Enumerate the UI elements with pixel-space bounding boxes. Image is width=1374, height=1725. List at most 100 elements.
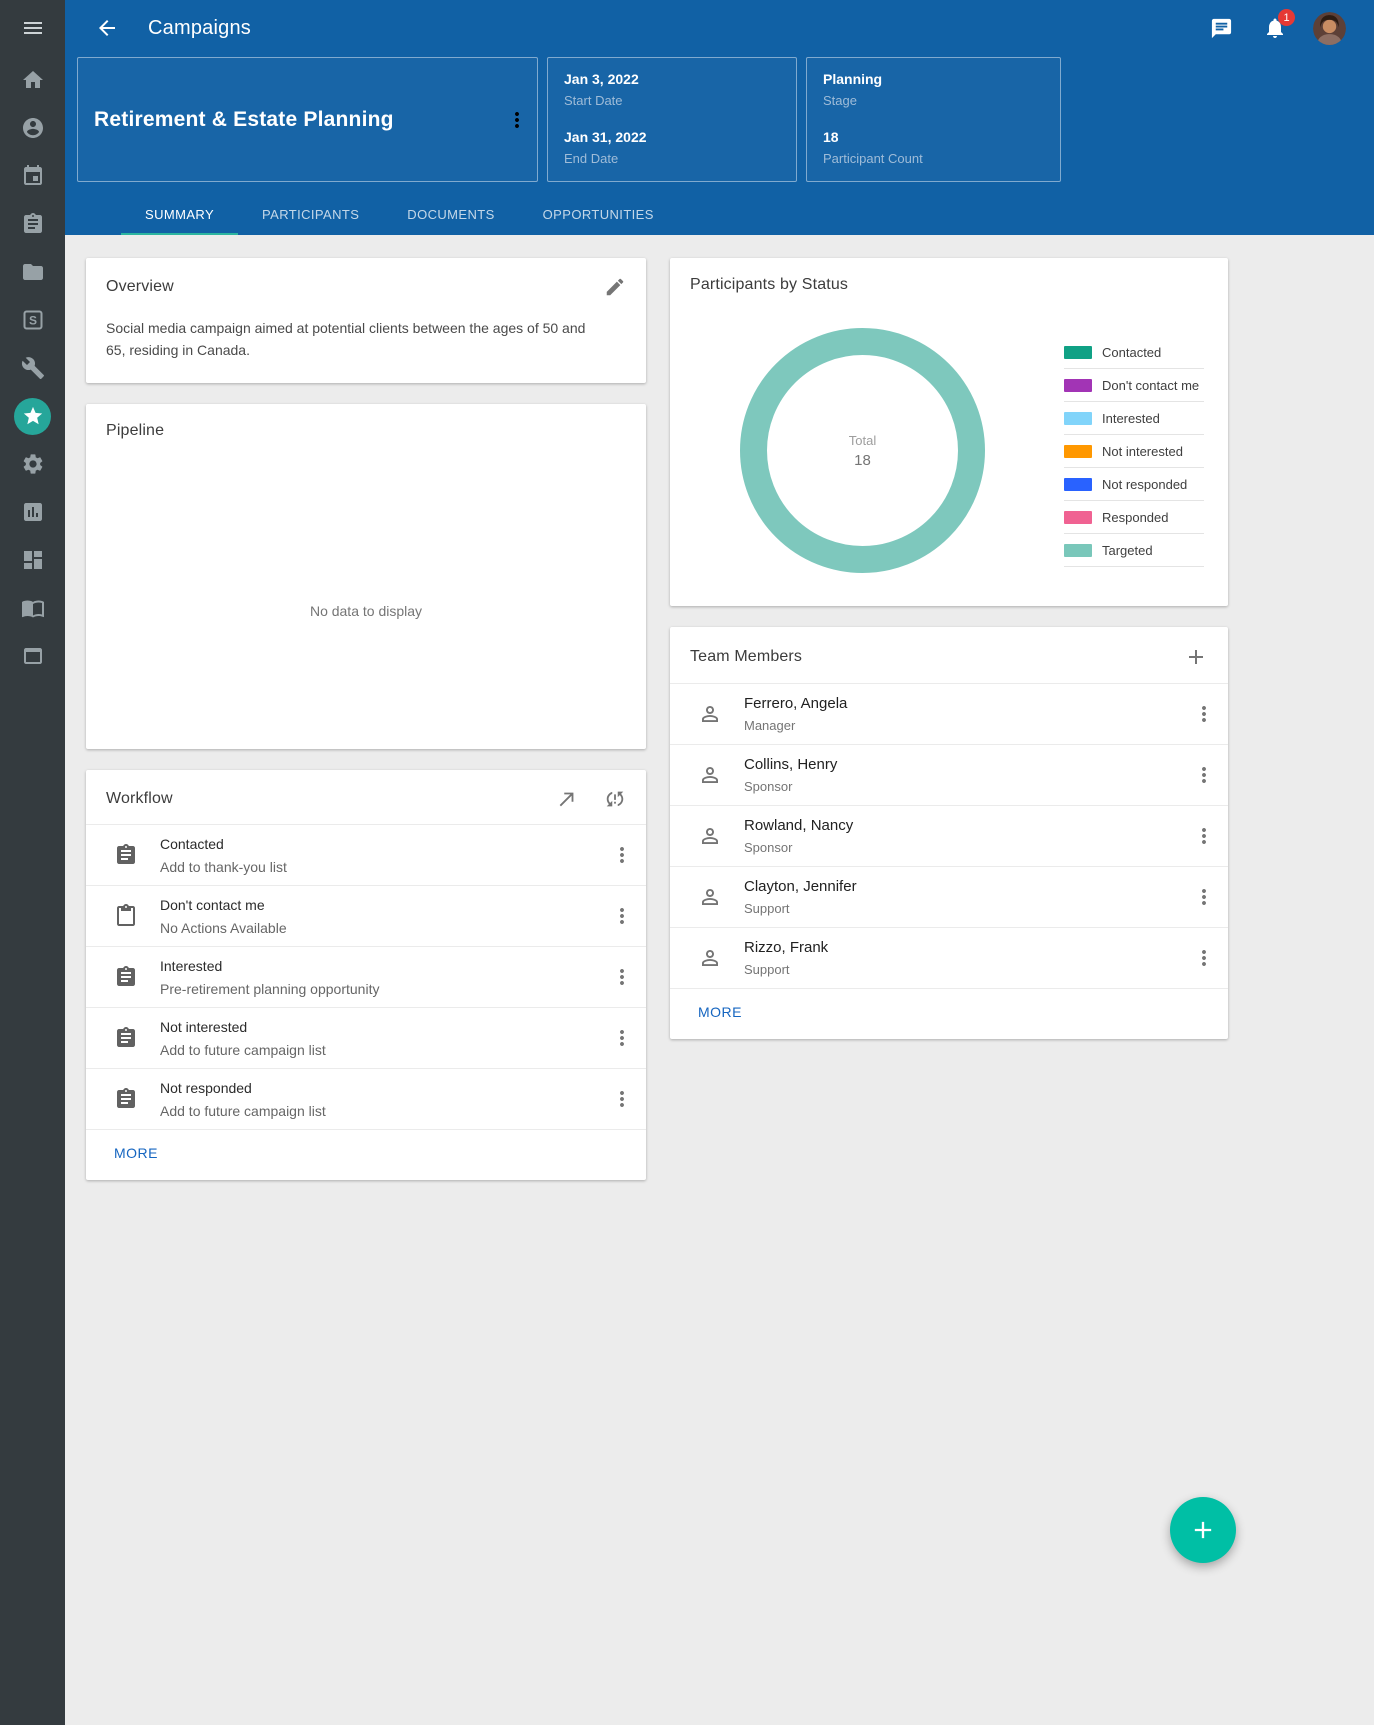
team-member-name: Clayton, Jennifer	[744, 878, 1192, 895]
chat-button[interactable]	[1210, 17, 1233, 40]
legend-label: Interested	[1102, 411, 1160, 426]
workflow-header-actions	[556, 788, 626, 810]
participants-chart-header: Participants by Status	[670, 258, 1228, 308]
workflow-row: Contacted Add to thank-you list	[86, 824, 646, 885]
content: Overview Social media campaign aimed at …	[65, 235, 1374, 1725]
user-avatar[interactable]	[1313, 12, 1346, 45]
add-fab[interactable]	[1170, 1497, 1236, 1563]
pipeline-empty-message: No data to display	[86, 454, 646, 749]
tab-participants[interactable]: PARTICIPANTS	[238, 195, 383, 235]
start-date-label: Start Date	[564, 93, 780, 108]
workflow-row-text: Interested Pre-retirement planning oppor…	[160, 958, 610, 997]
contact-icon	[21, 116, 45, 140]
workflow-row-menu-button[interactable]	[610, 965, 634, 989]
team-member-name: Rowland, Nancy	[744, 817, 1192, 834]
calendar-icon	[21, 164, 45, 188]
campaign-menu-button[interactable]	[505, 108, 529, 132]
team-more-row: MORE	[670, 988, 1228, 1039]
legend-swatch	[1064, 412, 1092, 425]
folder-icon	[21, 260, 45, 284]
edit-overview-button[interactable]	[604, 276, 626, 298]
overview-header: Overview	[86, 258, 646, 312]
sync-status-icon	[604, 788, 626, 810]
sidebar-item-dashboard[interactable]	[0, 536, 65, 584]
team-member-menu-button[interactable]	[1192, 885, 1216, 909]
legend-swatch	[1064, 544, 1092, 557]
donut-chart: Total 18	[740, 328, 985, 573]
sidebar-item-campaigns[interactable]	[0, 392, 65, 440]
notification-badge: 1	[1278, 9, 1295, 26]
person-icon	[698, 946, 722, 970]
avatar-image	[1313, 12, 1346, 45]
legend-item: Don't contact me	[1064, 369, 1204, 402]
kebab-icon	[610, 1026, 634, 1050]
legend-swatch	[1064, 379, 1092, 392]
legend-label: Not responded	[1102, 477, 1187, 492]
workflow-sync-button[interactable]	[604, 788, 626, 810]
workflow-title: Workflow	[106, 790, 173, 808]
sidebar-item-settings[interactable]	[0, 440, 65, 488]
tab-opportunities[interactable]: OPPORTUNITIES	[519, 195, 678, 235]
workflow-row-menu-button[interactable]	[610, 1026, 634, 1050]
person-icon	[698, 763, 722, 787]
page-title: Campaigns	[148, 17, 251, 40]
workflow-row-menu-button[interactable]	[610, 843, 634, 867]
back-arrow-icon	[95, 16, 119, 40]
team-member-menu-button[interactable]	[1192, 946, 1216, 970]
team-members-header: Team Members	[670, 627, 1228, 683]
sidebar-item-calendar[interactable]	[0, 152, 65, 200]
workflow-status: Not responded	[160, 1080, 610, 1096]
sidebar-item-documents[interactable]	[0, 248, 65, 296]
workflow-row: Interested Pre-retirement planning oppor…	[86, 946, 646, 1007]
team-member-menu-button[interactable]	[1192, 702, 1216, 726]
sidebar-item-home[interactable]	[0, 56, 65, 104]
team-member-row: Clayton, Jennifer Support	[670, 866, 1228, 927]
legend-label: Responded	[1102, 510, 1169, 525]
team-member-role: Support	[744, 962, 1192, 977]
team-more-button[interactable]: MORE	[698, 1004, 742, 1020]
sidebar-item-tasks[interactable]	[0, 200, 65, 248]
active-item-highlight	[14, 398, 51, 435]
kebab-icon	[610, 965, 634, 989]
back-button[interactable]	[95, 16, 119, 40]
workflow-open-button[interactable]	[556, 788, 578, 810]
kebab-icon	[1192, 763, 1216, 787]
team-member-row: Ferrero, Angela Manager	[670, 683, 1228, 744]
sidebar-item-notes[interactable]: S	[0, 296, 65, 344]
legend-swatch	[1064, 511, 1092, 524]
sidebar-item-reports[interactable]	[0, 488, 65, 536]
workflow-row-menu-button[interactable]	[610, 904, 634, 928]
overview-description: Social media campaign aimed at potential…	[86, 312, 646, 383]
workflow-action: No Actions Available	[160, 920, 610, 936]
legend-label: Targeted	[1102, 543, 1153, 558]
kebab-icon	[610, 1087, 634, 1111]
tab-documents[interactable]: DOCUMENTS	[383, 195, 518, 235]
sidebar-item-contacts[interactable]	[0, 104, 65, 152]
workflow-more-button[interactable]: MORE	[114, 1145, 158, 1161]
sidebar-item-tools[interactable]	[0, 344, 65, 392]
workflow-action: Pre-retirement planning opportunity	[160, 981, 610, 997]
legend-label: Don't contact me	[1102, 378, 1199, 393]
person-icon	[698, 824, 722, 848]
workflow-row-text: Contacted Add to thank-you list	[160, 836, 610, 875]
menu-button[interactable]	[0, 0, 65, 56]
donut-total-label: Total	[849, 433, 876, 448]
team-member-row: Rowland, Nancy Sponsor	[670, 805, 1228, 866]
workflow-row-menu-button[interactable]	[610, 1087, 634, 1111]
campaign-name-card: Retirement & Estate Planning	[77, 57, 538, 182]
plus-icon	[1184, 645, 1208, 669]
tab-summary[interactable]: SUMMARY	[121, 195, 238, 235]
workflow-status: Don't contact me	[160, 897, 610, 913]
sidebar-item-accounts[interactable]	[0, 632, 65, 680]
start-date-value: Jan 3, 2022	[564, 71, 780, 87]
app-root: S Campaign	[0, 0, 1374, 1725]
team-member-menu-button[interactable]	[1192, 824, 1216, 848]
stage-value: Planning	[823, 71, 1044, 87]
workflow-row-text: Not responded Add to future campaign lis…	[160, 1080, 610, 1119]
legend-item: Not responded	[1064, 468, 1204, 501]
add-team-member-button[interactable]	[1184, 645, 1208, 669]
main-area: Campaigns 1 Retirement & Estate Planning	[65, 0, 1374, 1725]
sidebar-item-library[interactable]	[0, 584, 65, 632]
chat-icon	[1210, 17, 1233, 40]
team-member-menu-button[interactable]	[1192, 763, 1216, 787]
